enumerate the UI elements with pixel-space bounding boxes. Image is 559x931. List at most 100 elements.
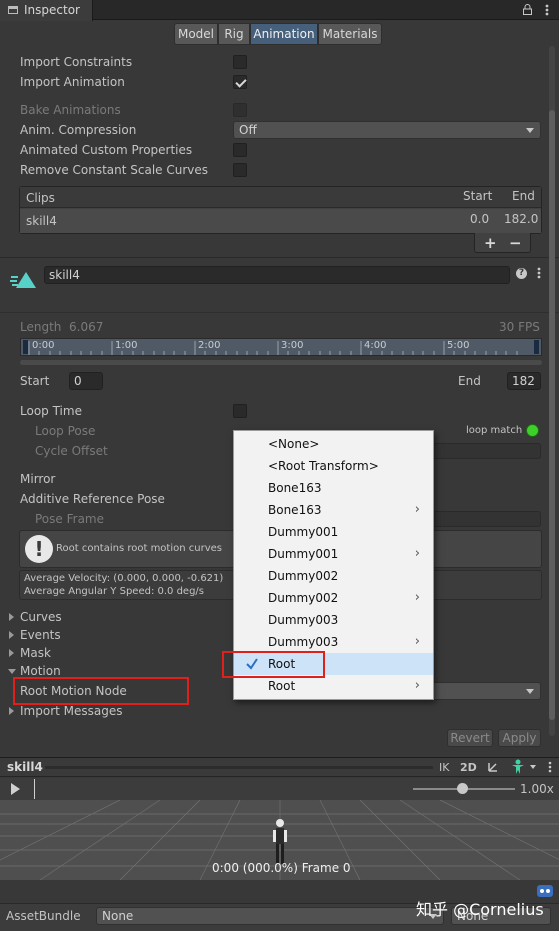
import-constraints-label: Import Constraints (20, 55, 133, 69)
length-value: 6.067 (69, 320, 104, 334)
avatar-dropdown-icon[interactable] (530, 765, 536, 769)
chevron-right-icon: › (414, 546, 420, 561)
menu-item-dummy002-submenu[interactable]: Dummy002 › (234, 587, 433, 609)
inspector-tab[interactable]: Inspector (0, 0, 93, 21)
animated-custom-props-checkbox[interactable] (233, 143, 247, 157)
bake-animations-label: Bake Animations (20, 103, 121, 117)
menu-item-label: Dummy003 (268, 635, 339, 649)
end-label: End (458, 374, 481, 388)
tab-animation[interactable]: Animation (250, 23, 318, 45)
cycle-offset-field (433, 443, 541, 459)
clips-list: Clips Start End skill4 0.0 182.0 (19, 186, 542, 234)
start-value: 0 (74, 374, 82, 388)
tab-model[interactable]: Model (174, 23, 218, 45)
mask-foldout[interactable]: Mask (20, 646, 51, 660)
curves-foldout-icon[interactable] (9, 613, 14, 621)
help-icon[interactable]: ? (516, 268, 527, 279)
cycle-offset-label: Cycle Offset (35, 444, 108, 458)
menu-item-dummy002[interactable]: Dummy002 (234, 565, 433, 587)
menu-item-dummy003[interactable]: Dummy003 (234, 609, 433, 631)
clip-options-icon[interactable] (537, 267, 541, 279)
asset-bundle-dropdown[interactable]: None (96, 907, 444, 925)
asset-bundle-value: None (102, 909, 134, 923)
events-foldout-icon[interactable] (9, 631, 14, 639)
menu-item-root-transform[interactable]: <Root Transform> (234, 455, 433, 477)
menu-item-label: Bone163 (268, 503, 322, 517)
menu-item-dummy001-submenu[interactable]: Dummy001 › (234, 543, 433, 565)
preview-options-icon[interactable] (548, 761, 552, 773)
mirror-label: Mirror (20, 472, 56, 486)
menu-item-bone163[interactable]: Bone163 (234, 477, 433, 499)
pose-frame-field (433, 511, 541, 527)
import-constraints-checkbox[interactable] (233, 55, 247, 69)
info-icon: ! (25, 535, 53, 563)
import-messages-foldout[interactable]: Import Messages (20, 704, 123, 718)
import-messages-foldout-icon[interactable] (9, 707, 14, 715)
revert-button[interactable]: Revert (447, 729, 493, 747)
menu-item-dummy001[interactable]: Dummy001 (234, 521, 433, 543)
clips-header: Clips Start End (20, 187, 541, 208)
motion-foldout-icon[interactable] (8, 669, 16, 674)
tick-label: 2:00 (198, 340, 221, 351)
timeline-ruler[interactable]: 0:00 1:00 2:00 3:00 4:00 5:00 (20, 338, 542, 356)
more-options-icon[interactable] (545, 4, 549, 16)
events-foldout[interactable]: Events (20, 628, 61, 642)
end-marker[interactable] (534, 340, 539, 354)
pose-frame-label: Pose Frame (35, 512, 104, 526)
loop-time-checkbox[interactable] (233, 404, 247, 418)
clips-end-header: End (512, 189, 535, 203)
info-message: Root contains root motion curves (56, 543, 222, 554)
apply-button[interactable]: Apply (498, 729, 541, 747)
pivot-icon[interactable] (486, 760, 500, 774)
menu-item-label: <None> (268, 437, 320, 451)
menu-item-label: Bone163 (268, 481, 322, 495)
lock-icon[interactable] (523, 4, 532, 15)
avatar-icon[interactable] (511, 759, 525, 775)
menu-item-label: Dummy001 (268, 525, 339, 539)
remove-scale-curves-checkbox[interactable] (233, 163, 247, 177)
start-field[interactable]: 0 (69, 372, 103, 390)
tick-label: 5:00 (447, 340, 470, 351)
inspector-title: Inspector (24, 3, 80, 17)
mask-foldout-icon[interactable] (9, 649, 14, 657)
speed-slider-thumb[interactable] (457, 783, 468, 794)
playhead[interactable] (34, 779, 35, 799)
tick-label: 4:00 (364, 340, 387, 351)
curves-foldout[interactable]: Curves (20, 610, 62, 624)
clip-panel-divider (0, 312, 559, 313)
ik-toggle[interactable]: IK (439, 761, 449, 774)
tab-materials[interactable]: Materials (318, 23, 382, 45)
menu-item-label: Root (268, 679, 296, 693)
motion-foldout[interactable]: Motion (20, 664, 61, 678)
tick-label: 0:00 (32, 340, 55, 351)
menu-item-dummy003-submenu[interactable]: Dummy003 › (234, 631, 433, 653)
clip-row[interactable]: skill4 0.0 182.0 (20, 209, 541, 233)
preview-drag-bar[interactable] (45, 766, 433, 769)
clip-name-field[interactable]: skill4 (44, 266, 510, 284)
play-icon[interactable] (11, 783, 20, 795)
start-marker[interactable] (23, 340, 28, 354)
add-clip-button[interactable]: + (484, 234, 497, 252)
import-animation-checkbox[interactable] (233, 75, 247, 89)
tab-rig[interactable]: Rig (218, 23, 250, 45)
mode-2d-toggle[interactable]: 2D (460, 761, 477, 774)
preview-viewport[interactable]: 0:00 (000.0%) Frame 0 (0, 800, 559, 880)
root-motion-node-highlight (13, 677, 189, 705)
additive-ref-pose-label: Additive Reference Pose (20, 492, 165, 506)
menu-item-bone163-submenu[interactable]: Bone163 › (234, 499, 433, 521)
inspector-scrollbar-thumb[interactable] (549, 110, 555, 720)
remove-scale-curves-label: Remove Constant Scale Curves (20, 163, 209, 177)
remove-clip-button[interactable]: − (509, 234, 522, 252)
end-value: 182 (512, 374, 535, 388)
bake-animations-checkbox (233, 103, 247, 117)
preview-clip-name: skill4 (7, 760, 43, 774)
menu-item-root-submenu[interactable]: Root › (234, 675, 433, 697)
speed-value: 1.00x (520, 782, 554, 796)
timeline-scrollbar[interactable] (20, 360, 542, 365)
chevron-right-icon: › (414, 634, 420, 649)
chevron-right-icon: › (414, 590, 420, 605)
chevron-right-icon: › (414, 502, 420, 517)
end-field[interactable]: 182 (507, 372, 541, 390)
menu-item-none[interactable]: <None> (234, 433, 433, 455)
anim-compression-dropdown[interactable]: Off (233, 121, 541, 139)
